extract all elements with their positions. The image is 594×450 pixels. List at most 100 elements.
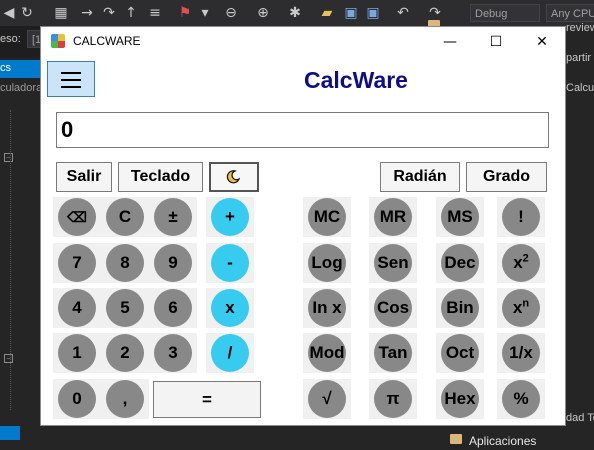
moon-icon xyxy=(226,170,240,184)
natural-log-button[interactable]: In x xyxy=(308,289,346,327)
hamburger-icon-bar xyxy=(61,86,81,88)
ide-bottom-bar xyxy=(0,426,420,450)
percent-button[interactable]: % xyxy=(502,380,540,418)
plusminus-cell: ± xyxy=(149,197,197,237)
ide-nav-forward-icon[interactable]: ⊕ xyxy=(254,4,272,22)
minimize-icon[interactable]: — xyxy=(427,27,473,57)
digit-5-button[interactable]: 5 xyxy=(106,289,144,327)
theme-toggle-button[interactable] xyxy=(209,162,259,192)
backspace-button[interactable]: ⌫ xyxy=(58,198,96,236)
ide-back-icon[interactable]: ◀ xyxy=(0,4,18,22)
sine-button[interactable]: Sen xyxy=(374,244,412,282)
ide-uncomment-icon[interactable]: ≡ xyxy=(146,4,164,22)
ide-dropdown-icon[interactable]: ▾ xyxy=(196,4,214,22)
square-button[interactable]: x2 xyxy=(502,244,540,282)
close-icon[interactable]: ✕ xyxy=(519,27,565,57)
digit-9-button[interactable]: 9 xyxy=(154,244,192,282)
reciprocal-button[interactable]: 1/x xyxy=(502,334,540,372)
digit-1-button[interactable]: 1 xyxy=(58,334,96,372)
binary-base-button[interactable]: Bin xyxy=(441,289,479,327)
exit-button[interactable]: Salir xyxy=(56,162,112,192)
digit-4-button[interactable]: 4 xyxy=(58,289,96,327)
ide-step-over-icon[interactable]: ↷ xyxy=(100,4,118,22)
calculator-display[interactable]: 0 xyxy=(56,112,549,148)
memory-store-button[interactable]: MS xyxy=(441,198,479,236)
sci-cell: √ xyxy=(303,379,351,419)
sci-cell: MS xyxy=(436,197,484,237)
modulo-button[interactable]: Mod xyxy=(308,334,346,372)
memory-recall-button[interactable]: MR xyxy=(374,198,412,236)
maximize-icon[interactable]: ☐ xyxy=(473,27,519,57)
cosine-button[interactable]: Cos xyxy=(374,289,412,327)
digit-cell: 3 xyxy=(149,333,197,373)
digit-cell: 8 xyxy=(101,243,149,283)
ide-config-select[interactable]: Debug xyxy=(470,4,540,22)
square-root-button[interactable]: √ xyxy=(308,380,346,418)
hamburger-icon-bar xyxy=(61,79,81,81)
digit-cell: 1 xyxy=(53,333,101,373)
ide-zoom-combo[interactable] xyxy=(0,426,20,440)
ide-editor-gutter xyxy=(0,58,40,428)
hamburger-menu-button[interactable] xyxy=(47,61,95,97)
tangent-button[interactable]: Tan xyxy=(374,334,412,372)
multiply-button[interactable]: x xyxy=(211,289,249,327)
divide-button[interactable]: / xyxy=(211,334,249,372)
minus-button[interactable]: - xyxy=(211,244,249,282)
ide-save-icon[interactable]: ▣ xyxy=(342,4,360,22)
ide-format-icon[interactable]: ▦ xyxy=(52,4,70,22)
comma-cell: , xyxy=(101,379,149,419)
digit-7-button[interactable]: 7 xyxy=(58,244,96,282)
digit-6-button[interactable]: 6 xyxy=(154,289,192,327)
digit-0-button[interactable]: 0 xyxy=(58,380,96,418)
ide-save-all-icon[interactable]: ▣ xyxy=(364,4,382,22)
folder-icon xyxy=(450,434,462,444)
plus-cell: + xyxy=(206,197,254,237)
radian-button[interactable]: Radián xyxy=(380,162,460,192)
ide-process-select[interactable]: [1 xyxy=(27,30,41,48)
decimal-comma-button[interactable]: , xyxy=(106,380,144,418)
decimal-base-button[interactable]: Dec xyxy=(441,244,479,282)
power-button[interactable]: xn xyxy=(502,289,540,327)
sci-cell: Mod xyxy=(303,333,351,373)
solution-folder-label[interactable]: Aplicaciones xyxy=(469,434,536,448)
clear-button[interactable]: C xyxy=(106,198,144,236)
equals-button[interactable]: = xyxy=(153,381,261,418)
hexadecimal-base-button[interactable]: Hex xyxy=(441,380,479,418)
keyboard-button[interactable]: Teclado xyxy=(118,162,203,192)
octal-base-button[interactable]: Oct xyxy=(441,334,479,372)
degree-button[interactable]: Grado xyxy=(466,162,547,192)
plusminus-button[interactable]: ± xyxy=(154,198,192,236)
title-bar: CALCWARE — ☐ ✕ xyxy=(41,27,565,57)
log-button[interactable]: Log xyxy=(308,244,346,282)
ide-step-icon[interactable]: → xyxy=(78,4,96,22)
sci-cell: MR xyxy=(369,197,417,237)
ide-file-label: culadora xyxy=(0,82,43,94)
ide-open-folder-icon[interactable]: ▰ xyxy=(318,4,336,22)
digit-2-button[interactable]: 2 xyxy=(106,334,144,372)
ide-new-project-icon[interactable]: ✱ xyxy=(286,4,304,22)
factorial-button[interactable]: ! xyxy=(502,198,540,236)
plus-button[interactable]: + xyxy=(211,198,249,236)
ide-right-partial: partir xyxy=(566,52,592,64)
ide-right-preview: review xyxy=(566,22,594,34)
ide-refresh-icon[interactable]: ↻ xyxy=(18,4,36,22)
sci-cell: π xyxy=(369,379,417,419)
digit-8-button[interactable]: 8 xyxy=(106,244,144,282)
ide-right-bottom-text: dad Te xyxy=(566,412,594,424)
sci-cell: ! xyxy=(497,197,545,237)
ide-step-out-icon[interactable]: ↑ xyxy=(122,4,140,22)
digit-3-button[interactable]: 3 xyxy=(154,334,192,372)
divide-cell: / xyxy=(206,333,254,373)
hamburger-icon xyxy=(61,72,81,74)
ide-undo-icon[interactable]: ↶ xyxy=(394,4,412,22)
clear-cell: C xyxy=(101,197,149,237)
pi-button[interactable]: π xyxy=(374,380,412,418)
sci-cell: xn xyxy=(497,288,545,328)
ide-nav-back-icon[interactable]: ⊖ xyxy=(222,4,240,22)
ide-right-calcul: Calcul xyxy=(566,82,594,94)
memory-clear-button[interactable]: MC xyxy=(308,198,346,236)
square-exponent: 2 xyxy=(522,252,529,265)
ide-bookmark-icon[interactable]: ⚑ xyxy=(176,4,194,22)
digit-cell: 5 xyxy=(101,288,149,328)
ide-platform-select[interactable]: Any CPU xyxy=(546,4,594,22)
